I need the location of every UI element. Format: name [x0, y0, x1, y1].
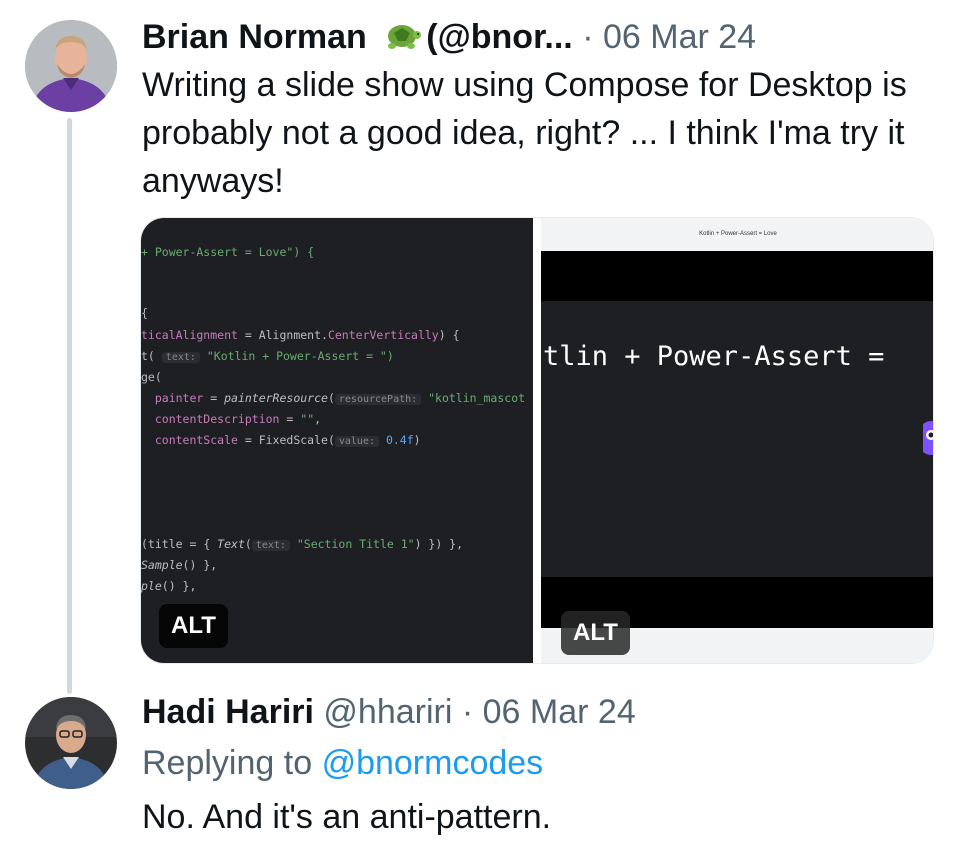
code-screenshot-image[interactable]: + Power-Assert = Love") { { ticalAlignme…: [141, 218, 533, 663]
code-line: (title = { Text(text: "Section Title 1")…: [141, 537, 464, 551]
author-handle[interactable]: @hhariri: [323, 693, 452, 731]
tweet-text: Writing a slide show using Compose for D…: [142, 66, 907, 200]
code-line: contentScale = FixedScale(value: 0.4f): [141, 433, 421, 447]
code-line: t( text: "Kotlin + Power-Assert = "): [141, 349, 394, 363]
replying-to: Replying to @bnormcodes: [142, 741, 543, 785]
slide-letterbox-top: [541, 251, 933, 301]
code-line: ple() },: [141, 579, 197, 593]
reply-header: Hadi Hariri @hhariri · 06 Mar 24: [142, 692, 636, 732]
slide-preview-image[interactable]: Kotlin + Power-Assert = Love tlin + Powe…: [541, 218, 933, 663]
kotlin-mascot-icon: [923, 421, 933, 455]
thread-connector-line: [67, 118, 72, 694]
author-name[interactable]: Hadi Hariri: [142, 693, 314, 731]
tweet-date[interactable]: 06 Mar 24: [603, 18, 756, 56]
code-line: ticalAlignment = Alignment.CenterVertica…: [141, 328, 460, 342]
author-name[interactable]: Brian Norman: [142, 18, 367, 56]
media-grid: + Power-Assert = Love") { { ticalAlignme…: [140, 217, 934, 664]
code-line: {: [141, 306, 148, 320]
alt-text-button[interactable]: ALT: [561, 611, 630, 655]
code-line: painter = painterResource(resourcePath: …: [141, 391, 526, 405]
replying-to-handle-link[interactable]: @bnormcodes: [322, 744, 544, 782]
slide-text: tlin + Power-Assert =: [543, 341, 885, 372]
tweet-header: Brian Norman (@bnor... · 06 Mar 24: [142, 17, 756, 57]
turtle-emoji-icon: [382, 19, 422, 53]
code-line: + Power-Assert = Love") {: [141, 245, 315, 259]
avatar-hadi-hariri[interactable]: [25, 697, 117, 789]
reply-text: No. And it's an anti-pattern.: [142, 798, 552, 836]
code-line: contentDescription = "",: [141, 412, 322, 426]
avatar-brian-norman[interactable]: [25, 20, 117, 112]
code-line: ge(: [141, 370, 162, 384]
separator-dot: ·: [582, 18, 594, 56]
separator-dot: ·: [461, 693, 474, 731]
replying-to-label: Replying to: [142, 744, 313, 782]
code-line: Sample() },: [141, 558, 218, 572]
window-title: Kotlin + Power-Assert = Love: [541, 218, 933, 251]
tweet-date[interactable]: 06 Mar 24: [483, 693, 636, 731]
alt-text-button[interactable]: ALT: [159, 604, 228, 648]
avatar-image: [25, 697, 117, 789]
author-handle[interactable]: (@bnor...: [426, 18, 572, 56]
avatar-image: [25, 20, 117, 112]
